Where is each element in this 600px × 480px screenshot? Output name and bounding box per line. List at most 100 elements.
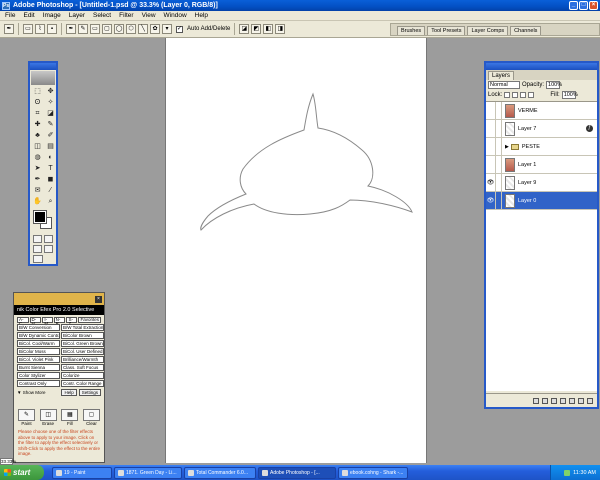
nik-tab-n-r[interactable]: N-R (53, 317, 66, 326)
tools-palette-titlebar[interactable] (30, 63, 56, 70)
layer-effects-icon[interactable]: ƒ (586, 125, 593, 132)
taskbar-button[interactable]: 1871. Green Day - Li... (114, 466, 182, 479)
subtract-path-icon[interactable]: ◩ (251, 24, 262, 34)
nik-filter-button[interactable]: BiCol. Green Brown (61, 340, 104, 347)
healing-brush-icon[interactable]: ✚ (32, 120, 43, 130)
nik-tab-i-m[interactable]: I-M (42, 317, 53, 326)
nik-filter-button[interactable]: B/W Conversion (17, 324, 60, 331)
tab-layers[interactable]: Layers (488, 71, 515, 80)
mask-icon[interactable] (551, 397, 557, 404)
nik-filter-button[interactable]: Contr. Color Range (61, 380, 104, 387)
blend-mode-select[interactable]: Normal (488, 81, 520, 89)
menu-file[interactable]: File (4, 12, 16, 19)
pen-tool-preset-icon[interactable]: ✒ (4, 24, 14, 34)
type-icon[interactable]: T (45, 164, 56, 174)
nik-help-button[interactable]: Help (61, 389, 77, 396)
expand-triangle-icon[interactable]: ▶ (505, 144, 509, 150)
nik-tab-s-z[interactable]: S-Z (66, 317, 78, 326)
trash-icon[interactable] (587, 397, 593, 404)
link-icon[interactable] (533, 397, 539, 404)
notes-icon[interactable]: ✉ (32, 186, 43, 196)
auto-add-delete-checkbox[interactable]: ✓ (176, 25, 183, 33)
lock-image-icon[interactable] (512, 92, 519, 98)
standard-screen-icon[interactable] (33, 245, 42, 253)
add-path-icon[interactable]: ◪ (239, 24, 250, 34)
visibility-eye-icon[interactable] (486, 119, 496, 138)
visibility-eye-icon[interactable]: 👁 (486, 173, 496, 192)
layer-row[interactable]: VERME (486, 101, 597, 120)
document-canvas[interactable] (165, 38, 427, 463)
menu-help[interactable]: Help (194, 12, 209, 19)
layer-link-cell[interactable] (496, 191, 502, 210)
freeform-pen-icon[interactable]: ✎ (78, 24, 88, 34)
visibility-eye-icon[interactable]: 👁 (486, 191, 496, 210)
menu-view[interactable]: View (141, 12, 157, 19)
rounded-rectangle-icon[interactable]: ▢ (102, 24, 112, 34)
taskbar-button[interactable]: Adobe Photoshop - [... (258, 466, 336, 479)
slice-icon[interactable]: ◪ (45, 109, 56, 119)
nik-panel-header[interactable]: × (14, 293, 104, 305)
tab-brushes[interactable]: Brushes (397, 26, 426, 35)
close-icon[interactable]: × (95, 295, 102, 303)
menu-window[interactable]: Window (163, 12, 188, 19)
layer-link-cell[interactable] (496, 101, 502, 120)
nik-filter-button[interactable]: BiCol. Violet Pink (17, 356, 60, 363)
visibility-eye-icon[interactable] (486, 137, 496, 156)
nik-filter-button[interactable]: Class. Soft Focus (61, 364, 104, 371)
minimize-button[interactable]: _ (569, 1, 578, 10)
nik-filter-button[interactable]: Burnt Sienna (17, 364, 60, 371)
nik-filter-button[interactable]: BiCol. User Defined (61, 348, 104, 355)
layers-palette-titlebar[interactable] (486, 63, 597, 70)
nik-filter-button[interactable]: B/W Dynamic Contrast (17, 332, 60, 339)
nik-settings-button[interactable]: Settings (78, 389, 101, 396)
nik-filter-button[interactable]: BiColor Moss (17, 348, 60, 355)
tab-tool-presets[interactable]: Tool Presets (427, 26, 466, 35)
blur-icon[interactable]: ◍ (32, 153, 43, 163)
new-layer-icon[interactable] (578, 397, 584, 404)
crop-icon[interactable]: ⌗ (32, 109, 43, 119)
nik-filter-button[interactable]: BiCol. Cool/Warm (17, 340, 60, 347)
opacity-field[interactable]: 100% (546, 81, 562, 89)
fill-field[interactable]: 100% (561, 91, 578, 99)
taskbar-button[interactable]: ebook.cohng - Shark -... (338, 466, 408, 479)
layer-link-cell[interactable] (496, 173, 502, 192)
ellipse-icon[interactable]: ◯ (114, 24, 124, 34)
layer-row[interactable]: 👁 Layer 9 (486, 173, 597, 192)
maximize-button[interactable]: □ (579, 1, 588, 10)
exclude-path-icon[interactable]: ◨ (275, 24, 286, 34)
pen-icon[interactable]: ✒ (66, 24, 76, 34)
gradient-icon[interactable]: ▤ (45, 142, 56, 152)
visibility-eye-icon[interactable] (486, 155, 496, 174)
history-brush-icon[interactable]: ✐ (45, 131, 56, 141)
layer-link-cell[interactable] (496, 155, 502, 174)
dodge-icon[interactable]: ◐ (45, 153, 56, 163)
start-button[interactable]: start (0, 465, 44, 480)
polygon-icon[interactable]: ⬡ (126, 24, 136, 34)
magic-wand-icon[interactable]: ✧ (45, 98, 56, 108)
clear-action[interactable]: ▢ Clear (82, 409, 100, 426)
nik-filter-button[interactable]: Contrast Only (17, 380, 60, 387)
tray-app-icon[interactable] (564, 469, 571, 476)
menu-edit[interactable]: Edit (22, 12, 35, 19)
tab-layer-comps[interactable]: Layer Comps (467, 26, 509, 35)
layer-link-cell[interactable] (496, 119, 502, 138)
style-icon[interactable] (542, 397, 548, 404)
hand-icon[interactable]: ✋ (32, 197, 43, 207)
taskbar-button[interactable]: Total Commander 6.0... (184, 466, 256, 479)
paths-mode-icon[interactable]: ⌇ (35, 24, 45, 34)
fill-action[interactable]: ▦ Fill (61, 409, 79, 426)
tab-channels[interactable]: Channels (510, 26, 542, 35)
nik-filter-button[interactable]: Color Stylizer (17, 372, 60, 379)
shape-layers-icon[interactable]: ▭ (23, 24, 33, 34)
zoom-level-field[interactable]: 33.33% (0, 458, 16, 465)
visibility-eye-icon[interactable] (486, 101, 496, 120)
full-screen-menu-icon[interactable] (44, 245, 53, 253)
menu-image[interactable]: Image (42, 12, 62, 19)
clone-stamp-icon[interactable]: ♣ (32, 131, 43, 141)
zoom-icon[interactable]: ⌕ (45, 197, 56, 207)
rect-marquee-icon[interactable]: ⬚ (32, 87, 43, 97)
nik-tab-d-h[interactable]: D-H (29, 317, 42, 326)
set-icon[interactable] (560, 397, 566, 404)
layer-row[interactable]: 👁 Layer 0 (486, 191, 597, 210)
custom-shape-icon[interactable]: ◼ (45, 175, 56, 185)
